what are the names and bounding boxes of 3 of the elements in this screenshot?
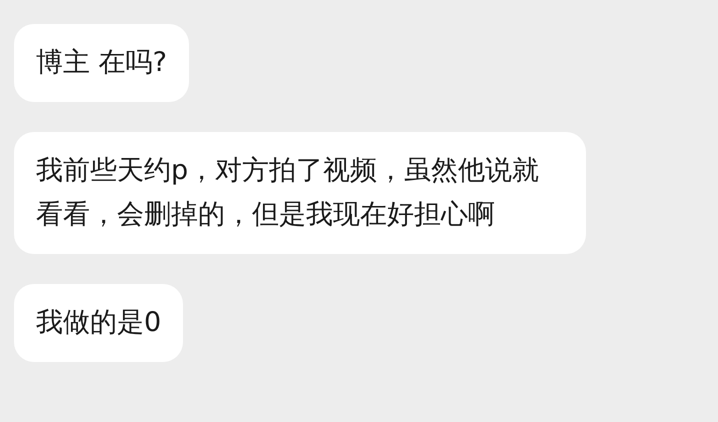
message-bubble: 我前些天约p，对方拍了视频，虽然他说就看看，会删掉的，但是我现在好担心啊 [14, 132, 586, 254]
message-bubble: 我做的是0 [14, 284, 184, 362]
message-bubble: 博主 在吗? [14, 24, 189, 102]
